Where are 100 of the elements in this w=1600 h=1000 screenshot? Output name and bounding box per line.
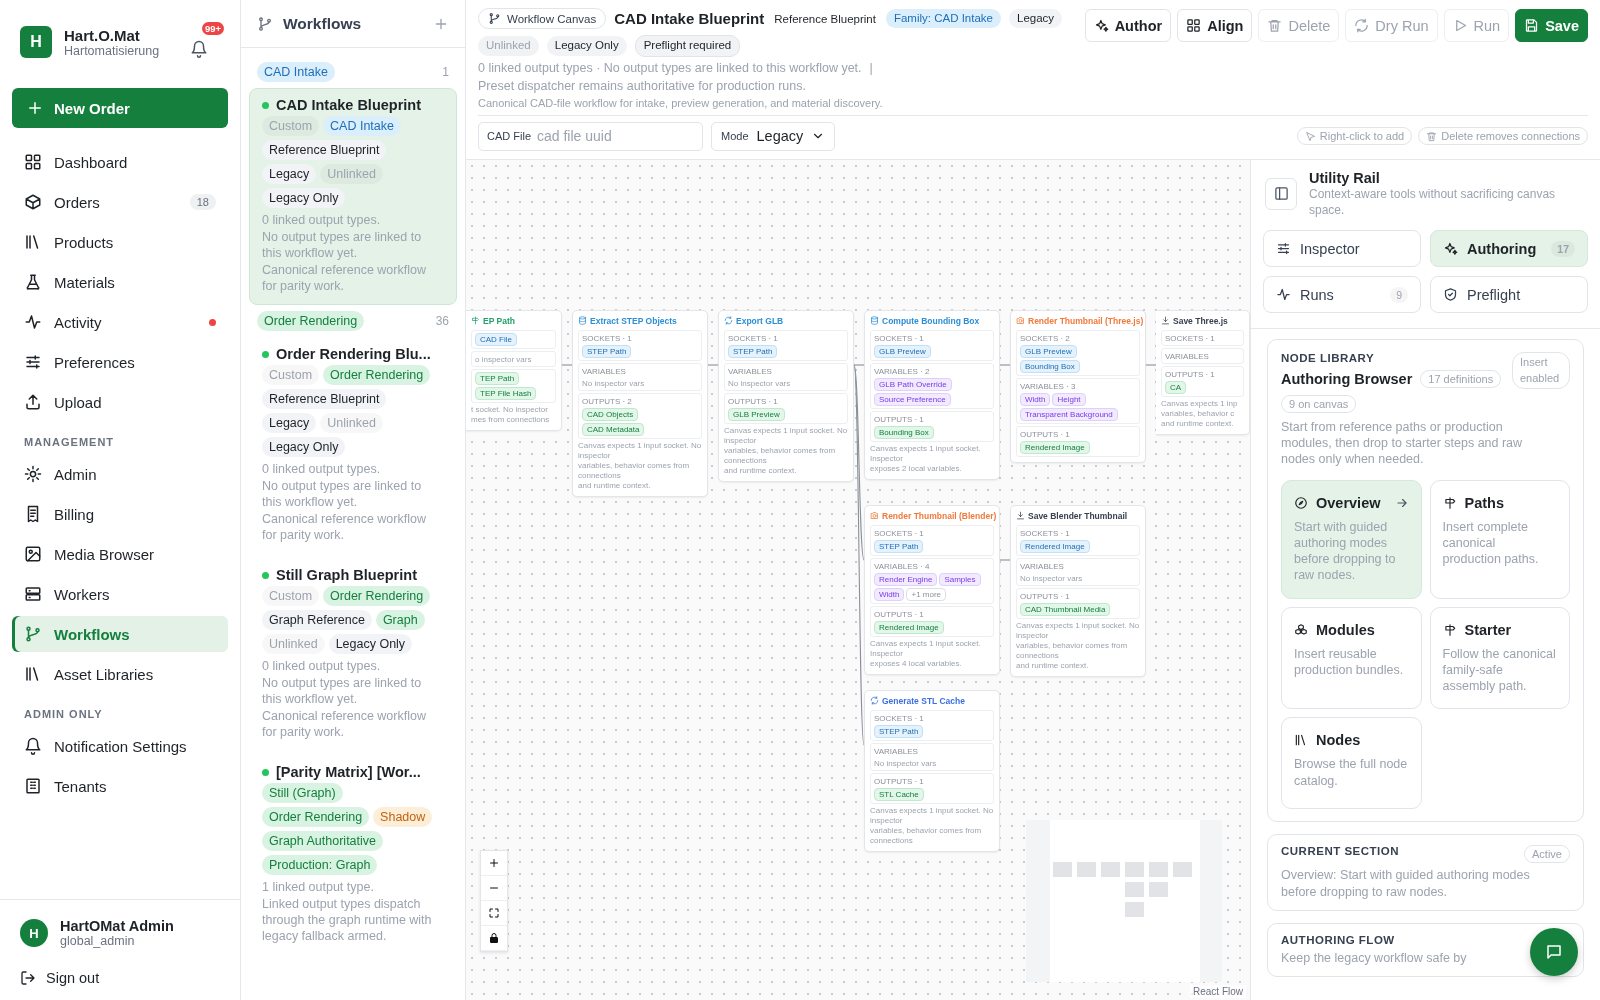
nav-item[interactable]: Billing	[12, 496, 228, 532]
toolbar-button[interactable]: Author	[1084, 9, 1172, 42]
port-tag: GLB Preview	[728, 407, 785, 421]
count-badge: 9	[1390, 286, 1408, 303]
section-label: VARIABLES	[728, 365, 773, 376]
port-tag: GLB Path Override	[874, 377, 952, 391]
linked-summary: 0 linked output types · No output types are linked to this workflow yet.	[478, 60, 862, 75]
port-tag: Rendered Image	[1020, 440, 1090, 454]
chat-button[interactable]	[1530, 928, 1578, 976]
workflow-tag: Graph Reference	[262, 610, 372, 630]
section-description: Start with guided authoring modes before dropping to raw nodes.	[1294, 518, 1397, 584]
nav-item[interactable]: Media Browser	[12, 536, 228, 572]
trash-icon	[1267, 18, 1283, 33]
workflow-node[interactable]	[1010, 504, 1146, 677]
workflow-tag: Legacy Only	[262, 188, 346, 208]
rail-tab[interactable]: Authoring 17	[1430, 230, 1588, 268]
status-dot	[262, 350, 269, 358]
workflow-node[interactable]: Render Thumbnail (Three.js) SOCKETS · 2 GLB Preview Bounding Box VARIABLES · 3 Width Height Transparent Background OUTPUTS · 1 Rendered Image	[1010, 309, 1146, 463]
workflow-node[interactable]: Compute Bounding Box SOCKETS · 1 GLB Preview VARIABLES · 2 GLB Path Override Source Preference OUTPUTS · 1 Bounding Box Canvas expects 1 input socket. Inspector exposes 2 local variables.	[864, 309, 1000, 480]
status-dot	[262, 768, 269, 776]
node-title: Compute Bounding Box	[882, 315, 980, 326]
badge-label: Workflow Canvas	[507, 12, 597, 25]
authoring-flow-text: Keep the legacy workflow safe by	[1281, 949, 1468, 967]
port-tag: TEP Path	[475, 371, 520, 385]
section-label: OUTPUTS · 1	[1020, 428, 1071, 439]
workflow-tag: Legacy Only	[328, 634, 413, 654]
section-label: SOCKETS · 1	[1020, 527, 1071, 538]
panel-toggle-button[interactable]	[1265, 177, 1297, 210]
port-tag: CAD Thumbnail Media	[1020, 602, 1111, 616]
section-label: VARIABLES · 3	[1020, 380, 1077, 391]
toolbar-button[interactable]: Save	[1515, 9, 1588, 42]
workflow-card[interactable]	[249, 88, 457, 305]
rail-tab[interactable]: Runs 9	[1263, 276, 1421, 314]
library-section-card[interactable]: Overview Start with guided authoring modes before dropping to raw nodes.	[1281, 479, 1422, 599]
nav-item[interactable]: Orders 18	[12, 184, 228, 220]
nav-item[interactable]: Materials	[12, 264, 228, 300]
toolbar-button[interactable]: Align	[1177, 9, 1253, 42]
connector-line	[1145, 364, 1157, 366]
connector-line	[999, 559, 1011, 561]
port-tag: STEP Path	[874, 539, 924, 553]
node-note: Canvas expects 1 input socket. No inspector variables, behavior comes from connections and runtime context.	[724, 425, 848, 476]
refresh-icon	[724, 316, 733, 326]
section-title: Modules	[1316, 621, 1376, 638]
port-tag: STEP Path	[874, 724, 924, 738]
nav-item[interactable]: Activity	[12, 304, 228, 340]
nav-item[interactable]: Workers	[12, 576, 228, 612]
new-order-button[interactable]: New Order	[12, 88, 228, 128]
sliders-icon	[1276, 241, 1291, 257]
section-description: Insert reusable production bundles.	[1294, 645, 1405, 679]
section-label: OUTPUTS · 1	[874, 413, 925, 424]
library-title: Authoring Browser	[1281, 371, 1413, 388]
section-label: OUTPUTS · 1	[874, 608, 925, 619]
nav-item[interactable]: Products	[12, 224, 228, 260]
workflow-name: Still Graph Blueprint	[276, 567, 417, 583]
database-icon	[870, 316, 879, 326]
notification-count: 99+	[201, 22, 224, 35]
nav-item[interactable]: Dashboard	[12, 144, 228, 180]
port-tag: STEP Path	[582, 344, 632, 358]
rail-tab[interactable]: Inspector	[1263, 230, 1421, 268]
workflow-note: No output types are linked to this workflow yet.	[262, 478, 423, 510]
rail-tab[interactable]: Preflight	[1430, 276, 1588, 314]
lock-icon	[488, 931, 500, 944]
port-tag: Rendered Image	[874, 620, 944, 634]
workflow-tag: Order Rendering	[262, 807, 370, 827]
workflow-subtitle: Reference Blueprint	[774, 12, 876, 25]
workflow-flag: Legacy Only	[546, 36, 627, 56]
nav-item[interactable]: Upload	[12, 384, 228, 420]
library-section-card[interactable]: Starter Follow the canonical family-safe assembly path.	[1429, 606, 1570, 710]
empty-note: No inspector vars	[728, 377, 792, 388]
node-note: Canvas expects 1 inp variables, behavior c and runtime context.	[1161, 398, 1239, 429]
signpost-icon	[1442, 495, 1457, 510]
workflow-node[interactable]	[572, 309, 708, 497]
workflow-node[interactable]: Export GLB SOCKETS · 1 STEP Path VARIABLES No inspector vars OUTPUTS · 1 GLB Preview Canvas expects 1 input socket. No inspector variables, behavior comes from connections and runtime context.	[718, 309, 854, 482]
attribution-link[interactable]: React Flow	[1190, 985, 1246, 998]
workflow-node[interactable]: Generate STL Cache SOCKETS · 1 STEP Path VARIABLES No inspector vars OUTPUTS · 1 STL Cache Canvas expects 1 input socket. No inspector variables, behavior comes from connections	[864, 689, 1000, 852]
database-icon	[578, 316, 587, 326]
library-section-card[interactable]: Nodes Browse the full node catalog.	[1281, 717, 1422, 810]
nav-item[interactable]: Tenants	[12, 768, 228, 804]
nav-item[interactable]: Notification Settings	[12, 728, 228, 764]
workflow-tag: Custom	[262, 365, 320, 385]
status-pill: Insert enabled	[1512, 352, 1570, 389]
sign-out-button[interactable]: Sign out	[20, 970, 220, 986]
workflow-tag: Legacy Only	[262, 437, 346, 457]
building-icon	[24, 777, 42, 795]
current-section-text: Overview: Start with guided authoring modes before dropping to raw nodes.	[1281, 867, 1531, 900]
nav-item[interactable]: Workflows	[12, 616, 228, 652]
port-tag: Transparent Background	[1020, 407, 1118, 421]
workflow-node[interactable]: Save Three.js SOCKETS · 1 VARIABLES OUTPUTS · 1 CA Canvas expects 1 inp variables, behavior c and runtime context.	[1156, 309, 1250, 435]
nav-item[interactable]: Preferences	[12, 344, 228, 380]
library-section-card[interactable]: Paths Insert complete canonical production paths.	[1429, 479, 1570, 599]
sparkle-icon	[1443, 241, 1458, 257]
workflow-node[interactable]: EP Path CAD File o inspector vars TEP Path TEP File Hash t socket. No inspector mes from connections	[466, 309, 562, 431]
nav-item[interactable]: Admin	[12, 456, 228, 492]
group-count: 1	[442, 65, 449, 79]
nav-item[interactable]: Asset Libraries	[12, 656, 228, 692]
mode-select[interactable]: Mode Legacy	[711, 121, 836, 151]
library-section-card[interactable]: Modules Insert reusable production bundles.	[1281, 606, 1422, 710]
port-tag: GLB Preview	[1020, 344, 1077, 358]
port-tag: +1 more	[906, 587, 947, 601]
workflow-node[interactable]: Render Thumbnail (Blender) SOCKETS · 1 STEP Path VARIABLES · 4 Render Engine Samples Width +1 more OUTPUTS · 1 Rendered Image Canvas expects 1 input socket. Inspector exposes 4 local variables.	[864, 504, 1000, 675]
